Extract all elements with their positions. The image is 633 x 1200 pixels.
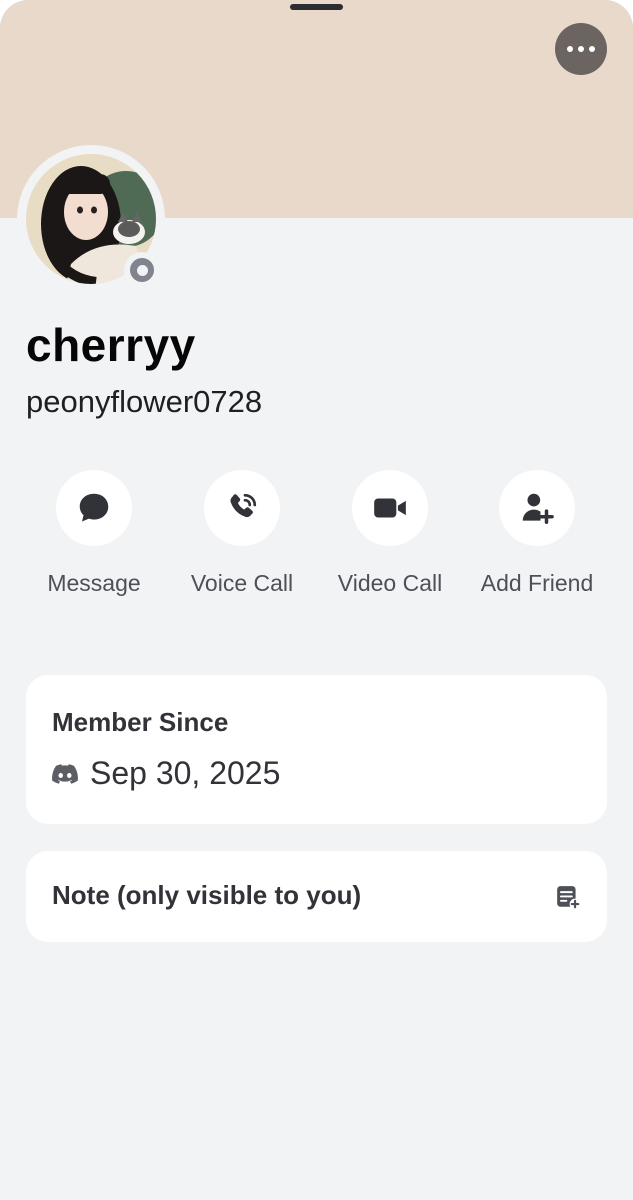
note-title: Note (only visible to you) [52, 880, 362, 910]
display-name: cherryy [26, 319, 196, 371]
member-since-date: Sep 30, 2025 [90, 755, 281, 791]
add-friend-icon [522, 493, 554, 524]
member-since-row: Sep 30, 2025 [52, 755, 280, 792]
voice-call-button[interactable]: Voice Call [167, 470, 317, 601]
video-camera-icon [374, 498, 406, 518]
username[interactable]: peonyflower0728 [26, 384, 262, 420]
member-since-title: Member Since [52, 707, 229, 737]
video-call-button-circle[interactable] [352, 470, 428, 546]
offline-status-icon [130, 258, 154, 282]
more-options-button[interactable] [555, 23, 607, 75]
voice-call-label: Voice Call [190, 570, 294, 596]
discord-logo-icon [52, 763, 78, 784]
video-call-button[interactable]: Video Call [315, 470, 465, 601]
drag-handle[interactable] [290, 4, 343, 10]
add-friend-button-circle[interactable] [499, 470, 575, 546]
add-friend-button[interactable]: Add Friend [462, 470, 612, 601]
profile-sheet: cherryy peonyflower0728 Message Voice Ca… [0, 0, 633, 1200]
message-button-circle[interactable] [56, 470, 132, 546]
message-button[interactable]: Message [19, 470, 169, 601]
status-indicator [124, 252, 160, 288]
more-options-icon [567, 46, 573, 52]
note-add-icon[interactable] [555, 884, 581, 910]
video-call-label: Video Call [337, 570, 443, 596]
more-options-dot [578, 46, 584, 52]
member-since-card: Member Since Sep 30, 2025 [26, 675, 607, 824]
note-card[interactable]: Note (only visible to you) [26, 851, 607, 942]
profile-actions: Message Voice Call Video Call Add Friend [0, 470, 633, 630]
more-options-dot [589, 46, 595, 52]
phone-icon [230, 493, 257, 518]
message-label: Message [47, 570, 141, 596]
add-friend-label: Add Friend [480, 570, 594, 596]
chat-bubble-icon [79, 493, 109, 522]
voice-call-button-circle[interactable] [204, 470, 280, 546]
